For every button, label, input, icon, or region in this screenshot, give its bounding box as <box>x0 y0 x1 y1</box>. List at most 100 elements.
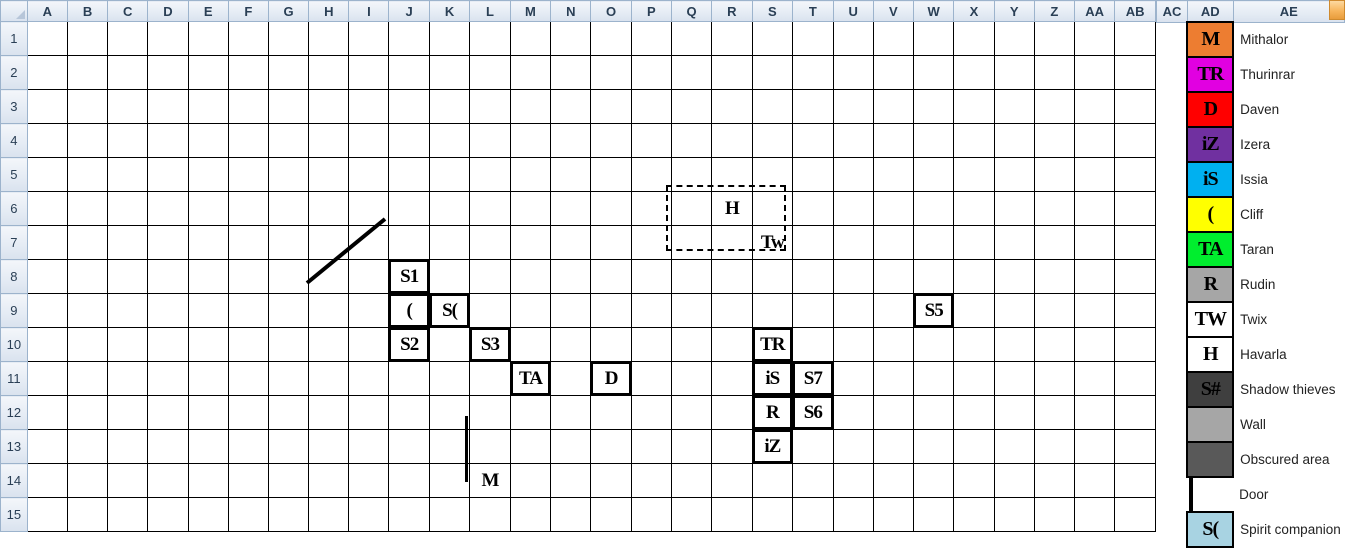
map-cell-h5[interactable] <box>308 157 350 192</box>
map-cell-b10[interactable] <box>66 327 109 362</box>
map-cell-e8[interactable] <box>187 259 229 294</box>
map-cell-k10[interactable] <box>428 327 471 362</box>
map-cell-r3[interactable] <box>711 89 753 124</box>
map-cell-o14[interactable] <box>590 463 632 498</box>
map-cell-c2[interactable] <box>107 55 149 90</box>
map-cell-l15[interactable] <box>469 497 511 532</box>
row-header-14[interactable]: 14 <box>0 463 28 498</box>
map-cell-j12[interactable] <box>388 395 430 430</box>
map-cell-t2[interactable] <box>792 55 834 90</box>
map-cell-d3[interactable] <box>147 89 189 124</box>
map-cell-h7[interactable] <box>308 225 350 260</box>
map-cell-j4[interactable] <box>388 123 430 158</box>
map-cell-aa3[interactable] <box>1073 89 1116 124</box>
map-cell-b3[interactable] <box>66 89 109 124</box>
map-cell-e7[interactable] <box>187 225 229 260</box>
map-cell-j3[interactable] <box>388 89 430 124</box>
map-cell-m3[interactable] <box>509 89 552 124</box>
map-cell-aa7[interactable] <box>1073 225 1116 260</box>
map-cell-m12[interactable] <box>509 395 552 430</box>
map-cell-y15[interactable] <box>993 497 1035 532</box>
map-cell-h13[interactable] <box>308 429 350 464</box>
map-cell-z15[interactable] <box>1033 497 1075 532</box>
map-cell-x4[interactable] <box>953 123 995 158</box>
row-header-2[interactable]: 2 <box>0 55 28 90</box>
column-header-o[interactable]: O <box>590 0 632 22</box>
map-cell-s6[interactable] <box>751 191 794 226</box>
map-cell-s7[interactable]: Tw <box>751 225 794 260</box>
map-cell-aa9[interactable] <box>1073 293 1116 328</box>
map-cell-y4[interactable] <box>993 123 1035 158</box>
map-cell-a6[interactable] <box>26 191 68 226</box>
map-cell-u15[interactable] <box>832 497 874 532</box>
map-cell-v9[interactable] <box>872 293 914 328</box>
map-cell-g3[interactable] <box>267 89 310 124</box>
map-cell-z1[interactable] <box>1033 21 1075 56</box>
map-cell-w10[interactable] <box>912 327 955 362</box>
map-cell-c15[interactable] <box>107 497 149 532</box>
map-cell-j8[interactable]: S1 <box>388 259 430 294</box>
map-cell-aa10[interactable] <box>1073 327 1116 362</box>
map-cell-t13[interactable] <box>792 429 834 464</box>
map-cell-m14[interactable] <box>509 463 552 498</box>
map-cell-h3[interactable] <box>308 89 350 124</box>
map-cell-e10[interactable] <box>187 327 229 362</box>
map-cell-e15[interactable] <box>187 497 229 532</box>
map-cell-a14[interactable] <box>26 463 68 498</box>
map-cell-f15[interactable] <box>227 497 269 532</box>
map-cell-d10[interactable] <box>147 327 189 362</box>
map-cell-ab13[interactable] <box>1114 429 1156 464</box>
map-cell-m1[interactable] <box>509 21 552 56</box>
map-cell-i9[interactable] <box>348 293 390 328</box>
map-cell-o6[interactable] <box>590 191 632 226</box>
column-header-ab[interactable]: AB <box>1114 0 1156 22</box>
map-cell-r9[interactable] <box>711 293 753 328</box>
map-cell-c7[interactable] <box>107 225 149 260</box>
map-cell-i3[interactable] <box>348 89 390 124</box>
map-cell-h6[interactable] <box>308 191 350 226</box>
map-cell-s4[interactable] <box>751 123 794 158</box>
map-cell-m7[interactable] <box>509 225 552 260</box>
map-cell-a4[interactable] <box>26 123 68 158</box>
map-cell-t15[interactable] <box>792 497 834 532</box>
map-cell-j13[interactable] <box>388 429 430 464</box>
map-cell-h14[interactable] <box>308 463 350 498</box>
map-cell-c14[interactable] <box>107 463 149 498</box>
map-cell-a10[interactable] <box>26 327 68 362</box>
map-cell-v4[interactable] <box>872 123 914 158</box>
column-header-r[interactable]: R <box>711 0 753 22</box>
map-cell-a15[interactable] <box>26 497 68 532</box>
map-cell-d2[interactable] <box>147 55 189 90</box>
map-cell-n5[interactable] <box>550 157 592 192</box>
map-cell-v15[interactable] <box>872 497 914 532</box>
map-cell-x12[interactable] <box>953 395 995 430</box>
map-cell-q13[interactable] <box>670 429 713 464</box>
map-cell-u10[interactable] <box>832 327 874 362</box>
map-cell-e14[interactable] <box>187 463 229 498</box>
map-cell-j1[interactable] <box>388 21 430 56</box>
row-header-9[interactable]: 9 <box>0 293 28 328</box>
map-cell-n9[interactable] <box>550 293 592 328</box>
map-cell-z7[interactable] <box>1033 225 1075 260</box>
map-cell-f9[interactable] <box>227 293 269 328</box>
map-cell-e2[interactable] <box>187 55 229 90</box>
map-cell-y3[interactable] <box>993 89 1035 124</box>
map-cell-h9[interactable] <box>308 293 350 328</box>
map-cell-d7[interactable] <box>147 225 189 260</box>
map-cell-b14[interactable] <box>66 463 109 498</box>
map-cell-i10[interactable] <box>348 327 390 362</box>
map-cell-a8[interactable] <box>26 259 68 294</box>
map-cell-m10[interactable] <box>509 327 552 362</box>
map-cell-o5[interactable] <box>590 157 632 192</box>
map-cell-x11[interactable] <box>953 361 995 396</box>
map-cell-l12[interactable] <box>469 395 511 430</box>
map-cell-f11[interactable] <box>227 361 269 396</box>
map-cell-n8[interactable] <box>550 259 592 294</box>
map-cell-i11[interactable] <box>348 361 390 396</box>
map-cell-p5[interactable] <box>630 157 672 192</box>
map-cell-u3[interactable] <box>832 89 874 124</box>
map-cell-x13[interactable] <box>953 429 995 464</box>
map-cell-y13[interactable] <box>993 429 1035 464</box>
map-cell-y9[interactable] <box>993 293 1035 328</box>
map-cell-b8[interactable] <box>66 259 109 294</box>
